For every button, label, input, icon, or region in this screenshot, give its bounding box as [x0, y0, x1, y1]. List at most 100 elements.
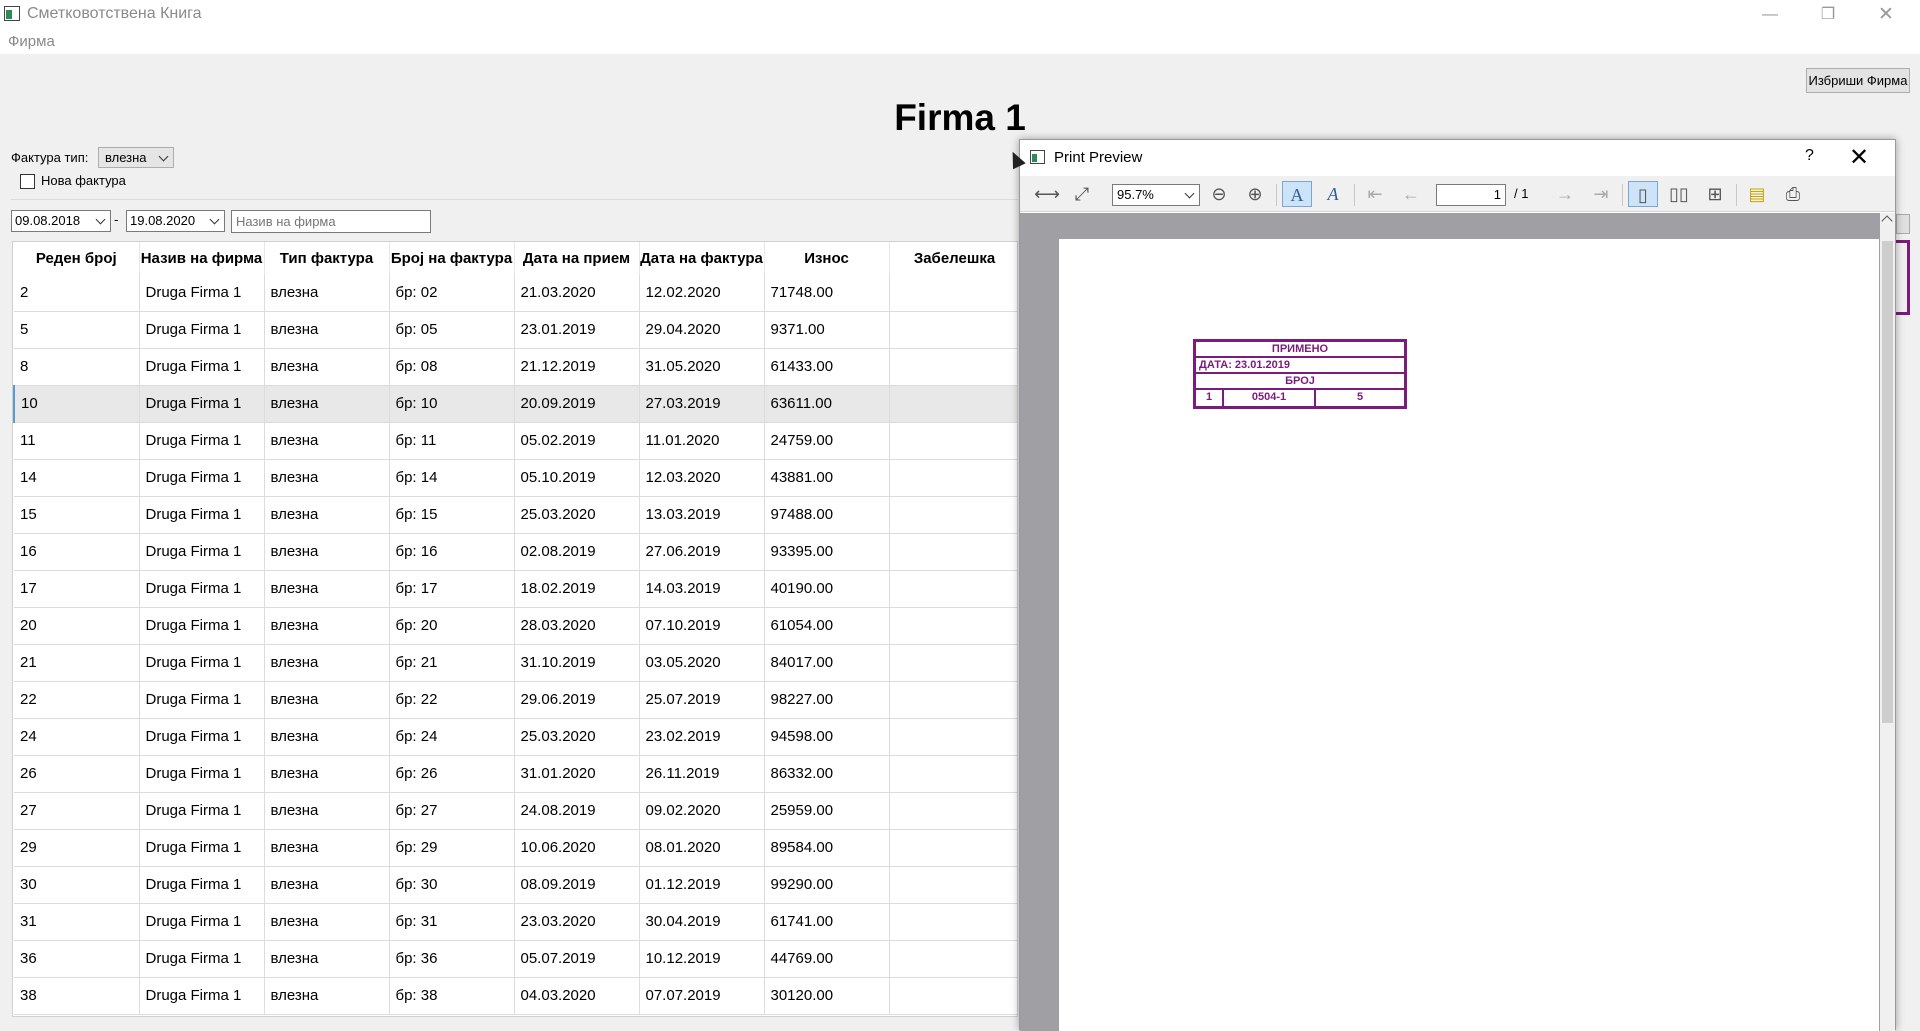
table-cell[interactable]: 21.12.2019	[514, 348, 640, 386]
table-cell[interactable]: бр: 29	[389, 829, 515, 867]
table-cell[interactable]: 38	[14, 977, 140, 1015]
table-cell[interactable]: 08.01.2020	[639, 829, 765, 867]
maximize-button[interactable]: ❐	[1799, 0, 1857, 29]
table-cell[interactable]: 29	[14, 829, 140, 867]
table-row[interactable]: 8 Druga Firma 1 влезна бр: 08 21.12.2019 31.0…	[14, 348, 1017, 386]
table-row[interactable]: 5 Druga Firma 1 влезна бр: 05 23.01.2019 29.0…	[14, 311, 1017, 349]
table-cell[interactable]: Druga Firma 1	[139, 903, 265, 941]
table-cell[interactable]: влезна	[264, 385, 390, 423]
table-cell[interactable]: Druga Firma 1	[139, 644, 265, 682]
column-header[interactable]: Реден број	[14, 242, 140, 274]
table-cell[interactable]: бр: 10	[389, 385, 515, 423]
table-cell[interactable]: 36	[14, 940, 140, 978]
table-cell[interactable]	[889, 274, 1017, 312]
minimize-button[interactable]: —	[1741, 0, 1799, 29]
page-number-input[interactable]: 1	[1436, 184, 1506, 206]
table-cell[interactable]: бр: 21	[389, 644, 515, 682]
table-cell[interactable]: 25.03.2020	[514, 496, 640, 534]
dialog-close-button[interactable]: ✕	[1849, 143, 1869, 172]
table-cell[interactable]: 10	[13, 385, 140, 423]
table-cell[interactable]: 01.12.2019	[639, 866, 765, 904]
scrollbar-thumb[interactable]	[1882, 241, 1893, 723]
table-cell[interactable]: 29.04.2020	[639, 311, 765, 349]
table-cell[interactable]: 97488.00	[764, 496, 890, 534]
table-cell[interactable]: 04.03.2020	[514, 977, 640, 1015]
table-cell[interactable]: 26.11.2019	[639, 755, 765, 793]
table-cell[interactable]: 30	[14, 866, 140, 904]
table-cell[interactable]: 71748.00	[764, 274, 890, 312]
table-cell[interactable]: 21	[14, 644, 140, 682]
zoom-out-icon[interactable]: ⊖	[1204, 181, 1234, 207]
fit-page-icon[interactable]: ⤢	[1067, 181, 1097, 207]
table-row[interactable]: 22 Druga Firma 1 влезна бр: 22 29.06.2019 25.…	[14, 681, 1017, 719]
table-cell[interactable]: влезна	[264, 718, 390, 756]
column-header[interactable]: Износ	[764, 242, 890, 274]
table-cell[interactable]: 30.04.2019	[639, 903, 765, 941]
facing-pages-icon[interactable]: ▯▯	[1664, 181, 1694, 207]
table-cell[interactable]: 23.01.2019	[514, 311, 640, 349]
table-cell[interactable]: 05.07.2019	[514, 940, 640, 978]
table-cell[interactable]: 63611.00	[764, 385, 890, 423]
single-page-icon[interactable]: ▯	[1628, 181, 1658, 207]
help-button[interactable]: ?	[1805, 147, 1814, 165]
table-row[interactable]: 16 Druga Firma 1 влезна бр: 16 02.08.2019 27.…	[14, 533, 1017, 571]
table-cell[interactable]	[889, 348, 1017, 386]
table-row[interactable]: 11 Druga Firma 1 влезна бр: 11 05.02.2019 11.…	[14, 422, 1017, 460]
last-page-icon[interactable]: ⇥	[1586, 181, 1616, 207]
table-cell[interactable]	[889, 681, 1017, 719]
table-cell[interactable]: 18.02.2019	[514, 570, 640, 608]
scroll-up-icon[interactable]	[1881, 215, 1893, 227]
table-cell[interactable]: влезна	[264, 422, 390, 460]
table-cell[interactable]: бр: 15	[389, 496, 515, 534]
first-page-icon[interactable]: ⇤	[1360, 181, 1390, 207]
date-from-picker[interactable]: 09.08.2018	[11, 210, 111, 232]
table-cell[interactable]: бр: 24	[389, 718, 515, 756]
table-cell[interactable]: Druga Firma 1	[139, 570, 265, 608]
page-setup-icon[interactable]: ▤	[1742, 181, 1772, 207]
table-cell[interactable]	[889, 755, 1017, 793]
table-cell[interactable]: влезна	[264, 829, 390, 867]
table-cell[interactable]	[889, 422, 1017, 460]
table-cell[interactable]	[889, 644, 1017, 682]
table-cell[interactable]: влезна	[264, 977, 390, 1015]
table-cell[interactable]: 25.03.2020	[514, 718, 640, 756]
close-window-button[interactable]: ✕	[1857, 0, 1915, 29]
zoom-in-icon[interactable]: ⊕	[1240, 181, 1270, 207]
table-cell[interactable]: 08.09.2019	[514, 866, 640, 904]
table-cell[interactable]: 61433.00	[764, 348, 890, 386]
table-cell[interactable]: 93395.00	[764, 533, 890, 571]
table-cell[interactable]: влезна	[264, 940, 390, 978]
table-cell[interactable]: 23.02.2019	[639, 718, 765, 756]
table-cell[interactable]: бр: 30	[389, 866, 515, 904]
column-header[interactable]: Број на фактура	[389, 242, 515, 274]
table-cell[interactable]: 11.01.2020	[639, 422, 765, 460]
table-cell[interactable]: бр: 02	[389, 274, 515, 312]
date-to-picker[interactable]: 19.08.2020	[126, 210, 225, 232]
table-cell[interactable]: Druga Firma 1	[139, 607, 265, 645]
table-cell[interactable]: Druga Firma 1	[139, 940, 265, 978]
table-cell[interactable]: 12.02.2020	[639, 274, 765, 312]
table-cell[interactable]	[889, 459, 1017, 497]
table-row[interactable]: 24 Druga Firma 1 влезна бр: 24 25.03.2020 23.…	[14, 718, 1017, 756]
table-cell[interactable]: Druga Firma 1	[139, 792, 265, 830]
table-cell[interactable]: 31	[14, 903, 140, 941]
table-cell[interactable]: 31.05.2020	[639, 348, 765, 386]
table-cell[interactable]	[889, 977, 1017, 1015]
table-cell[interactable]: 20	[14, 607, 140, 645]
table-cell[interactable]: влезна	[264, 792, 390, 830]
invoice-type-select[interactable]: влезна	[98, 147, 174, 168]
table-row[interactable]: 15 Druga Firma 1 влезна бр: 15 25.03.2020 13.…	[14, 496, 1017, 534]
table-cell[interactable]: 13.03.2019	[639, 496, 765, 534]
table-cell[interactable]: бр: 11	[389, 422, 515, 460]
table-cell[interactable]: влезна	[264, 570, 390, 608]
new-invoice-checkbox[interactable]	[20, 174, 35, 189]
table-cell[interactable]: 94598.00	[764, 718, 890, 756]
table-cell[interactable]: Druga Firma 1	[139, 829, 265, 867]
table-cell[interactable]	[889, 311, 1017, 349]
table-row[interactable]: 31 Druga Firma 1 влезна бр: 31 23.03.2020 30.…	[14, 903, 1017, 941]
table-row[interactable]: 2 Druga Firma 1 влезна бр: 02 21.03.2020 12.0…	[14, 274, 1017, 312]
table-cell[interactable]: Druga Firma 1	[139, 977, 265, 1015]
table-cell[interactable]: 10.06.2020	[514, 829, 640, 867]
table-cell[interactable]: Druga Firma 1	[139, 385, 265, 423]
table-cell[interactable]: 24759.00	[764, 422, 890, 460]
